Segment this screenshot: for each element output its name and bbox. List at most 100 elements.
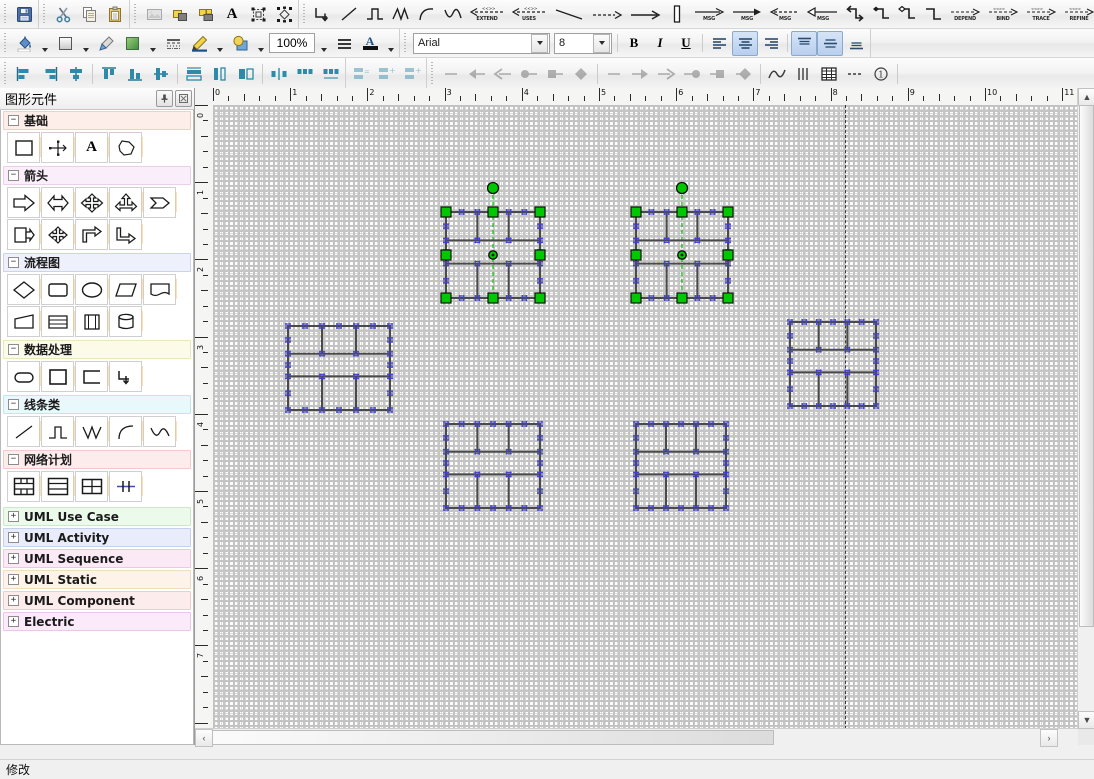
endcap-none-icon[interactable]	[601, 62, 627, 87]
rectangle-shape-icon[interactable]	[7, 132, 40, 163]
expand-toggle-icon[interactable]: +	[8, 616, 19, 627]
dashed-arrow-icon[interactable]	[588, 2, 626, 27]
pen-icon[interactable]	[186, 31, 212, 56]
gradient-icon[interactable]	[119, 31, 145, 56]
card-shape-icon[interactable]	[41, 306, 74, 337]
internal-storage-shape-icon[interactable]	[75, 306, 108, 337]
fill-bucket-dropdown[interactable]	[37, 28, 52, 58]
dash-style-icon[interactable]	[842, 62, 868, 87]
solid-arrow-icon[interactable]	[626, 2, 664, 27]
select-all-icon[interactable]	[245, 2, 271, 27]
process-rect-shape-icon[interactable]	[41, 274, 74, 305]
canvas-horizontal-scrollbar[interactable]: ‹ ›	[195, 728, 1078, 745]
ruler-corner[interactable]	[195, 88, 214, 106]
chevron-down-icon[interactable]	[593, 34, 610, 53]
collapse-toggle-icon[interactable]: −	[8, 344, 19, 355]
gradient-dropdown[interactable]	[145, 28, 160, 58]
underline-icon[interactable]: U	[673, 31, 699, 56]
distribute-vertical-icon[interactable]	[292, 62, 318, 87]
shape-category-basic[interactable]: − 基础	[3, 111, 191, 130]
collapse-toggle-icon[interactable]: −	[8, 170, 19, 181]
endcap-open-arrow-icon[interactable]	[653, 62, 679, 87]
zoom-dropdown[interactable]	[316, 28, 331, 58]
message-filled-arrow-icon[interactable]: MSG	[728, 2, 766, 27]
ungroup-icon[interactable]	[193, 2, 219, 27]
sine-curve-shape-icon[interactable]	[143, 416, 176, 447]
document-shape-icon[interactable]	[143, 274, 176, 305]
collapse-toggle-icon[interactable]: −	[8, 454, 19, 465]
endcap-diamond-icon[interactable]	[731, 62, 757, 87]
extend-connector-icon[interactable]: <<>> EXTEND	[466, 2, 508, 27]
cylinder-shape-icon[interactable]	[109, 306, 142, 337]
network-link-shape-icon[interactable]	[109, 471, 142, 502]
align-left-icon[interactable]	[706, 31, 732, 56]
shape-category-arrow[interactable]: − 箭头	[3, 166, 191, 185]
bent-down-arrow-shape-icon[interactable]	[109, 219, 142, 250]
pin-icon[interactable]	[156, 90, 173, 107]
network-grid-shape-selected[interactable]	[610, 186, 754, 324]
elbow-arrow-shape-icon[interactable]	[109, 361, 142, 392]
toolbar-grip[interactable]	[41, 4, 48, 25]
columns-icon[interactable]	[790, 62, 816, 87]
endcap-square-icon[interactable]	[705, 62, 731, 87]
pentagon-arrow-shape-icon[interactable]	[143, 187, 176, 218]
bent-arrow-shape-icon[interactable]	[75, 219, 108, 250]
cap-none-icon[interactable]	[438, 62, 464, 87]
pen-dropdown[interactable]	[212, 28, 227, 58]
wave-connector-icon[interactable]	[440, 2, 466, 27]
expand-toggle-icon[interactable]: +	[8, 553, 19, 564]
uses-connector-icon[interactable]: <<>> USES	[508, 2, 550, 27]
network-grid-4-shape-icon[interactable]	[75, 471, 108, 502]
network-grid-6-shape-icon[interactable]	[7, 471, 40, 502]
elbow-connector-icon[interactable]	[310, 2, 336, 27]
bold-icon[interactable]: B	[621, 31, 647, 56]
valign-top-icon[interactable]	[791, 31, 817, 56]
shape-category-uml-static[interactable]: + UML Static	[3, 570, 191, 589]
scroll-left-button[interactable]: ‹	[195, 729, 213, 747]
scroll-down-button[interactable]: ▼	[1078, 711, 1094, 729]
curve-icon[interactable]	[764, 62, 790, 87]
vertical-scroll-thumb[interactable]	[1079, 105, 1094, 627]
network-grid-shape[interactable]	[610, 398, 752, 534]
generalization-icon[interactable]	[920, 2, 946, 27]
cap-open-arrow-icon[interactable]	[490, 62, 516, 87]
four-way-arrow-shape-icon[interactable]	[75, 187, 108, 218]
trace-stereotype-icon[interactable]: <<>> TRACE	[1022, 2, 1060, 27]
toolbar-grip[interactable]	[301, 4, 308, 25]
zigzag-connector-icon[interactable]	[388, 2, 414, 27]
double-arrow-shape-icon[interactable]	[41, 187, 74, 218]
line-spacing-icon[interactable]	[331, 31, 357, 56]
align-objects-bottom-icon[interactable]	[122, 62, 148, 87]
fill-color-icon[interactable]	[52, 31, 78, 56]
shape-category-network[interactable]: − 网络计划	[3, 450, 191, 469]
scroll-right-button[interactable]: ›	[1040, 729, 1058, 747]
cap-filled-arrow-icon[interactable]	[464, 62, 490, 87]
shape-category-uml-sequence[interactable]: + UML Sequence	[3, 549, 191, 568]
fill-color-dropdown[interactable]	[78, 28, 93, 58]
manual-input-shape-icon[interactable]	[7, 306, 40, 337]
polyline-shape-icon[interactable]	[75, 416, 108, 447]
terminator-ellipse-shape-icon[interactable]	[75, 274, 108, 305]
canvas-vertical-scrollbar[interactable]: ▲ ▼	[1077, 88, 1094, 729]
cap-diamond-icon[interactable]	[568, 62, 594, 87]
collapse-toggle-icon[interactable]: −	[8, 257, 19, 268]
align-objects-middle-icon[interactable]	[148, 62, 174, 87]
move-handle-shape-icon[interactable]	[41, 132, 74, 163]
open-rect-shape-icon[interactable]	[75, 361, 108, 392]
same-height-icon[interactable]	[207, 62, 233, 87]
paste-icon[interactable]	[102, 2, 128, 27]
distribute-gap-icon[interactable]	[318, 62, 344, 87]
network-rows-shape-icon[interactable]	[41, 471, 74, 502]
font-size-select[interactable]: 8	[554, 33, 612, 54]
transform-icon[interactable]	[271, 2, 297, 27]
composition-icon[interactable]	[868, 2, 894, 27]
group-icon[interactable]	[167, 2, 193, 27]
decision-diamond-shape-icon[interactable]	[7, 274, 40, 305]
align-right-icon[interactable]	[758, 31, 784, 56]
shape-category-uml-component[interactable]: + UML Component	[3, 591, 191, 610]
callout-arrow-shape-icon[interactable]	[7, 219, 40, 250]
data-parallelogram-shape-icon[interactable]	[109, 274, 142, 305]
font-color-dropdown[interactable]	[383, 28, 398, 58]
save-icon[interactable]	[11, 2, 37, 27]
close-icon[interactable]	[175, 90, 192, 107]
